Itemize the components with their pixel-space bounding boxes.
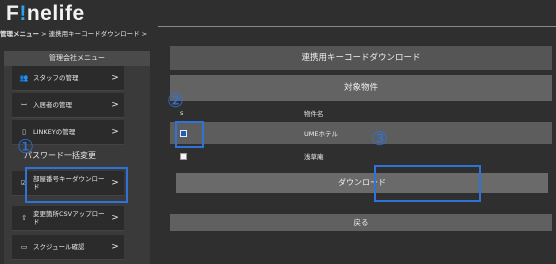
sidebar-item-schedule[interactable]: ▭ スクジュール確認 > [12,235,124,260]
row-checkbox[interactable] [180,152,187,160]
page-title: 連携用キーコードダウンロード [170,46,552,70]
breadcrumb-current: 連携用キーコードダウンロード [48,30,140,38]
sidebar-item-csv-upload[interactable]: ⇧ 変更箇所CSVアップロード > [12,206,124,231]
staff-icon: 👥 [19,74,29,82]
table-header: s 物件名 [170,104,552,121]
property-name: UMEホテル [304,130,338,138]
key-icon: ▯ [22,128,26,136]
annotation-number-2: ② [167,90,185,112]
download-button[interactable]: ダウンロード [176,173,548,193]
property-name: 浅草庵 [304,153,324,161]
sidebar-title: 管理会社メニュー [4,51,150,66]
breadcrumb: 管理メニュー > 連携用キーコードダウンロード > [0,30,148,38]
section-title-target-property: 対象物件 [170,75,552,101]
sidebar-item-staff[interactable]: 👥 スタッフの管理 > [12,66,124,91]
table-row: 浅草庵 [170,145,552,167]
resident-icon: ꟷ [21,100,27,109]
annotation-number-1: ① [17,136,35,158]
chevron-right-icon: > [111,100,119,110]
highlight-download-button [374,165,481,202]
app-logo: F!nelife [6,2,85,25]
breadcrumb-root[interactable]: 管理メニュー [0,30,39,38]
annotation-number-3: ③ [371,128,389,150]
header-divider [158,26,556,27]
sidebar-item-residents[interactable]: ꟷ 入居者の管理 > [12,93,124,118]
csv-upload-icon: ⇧ [21,214,27,222]
chevron-right-icon: > [111,127,119,137]
table-row: UMEホテル [170,122,552,144]
highlight-checkbox [175,121,204,148]
back-button[interactable]: 戻る [170,214,552,231]
chevron-right-icon: > [111,242,119,252]
sidebar-section-password[interactable]: パスワード一括変更 [24,150,96,161]
header-property-name: 物件名 [304,109,324,118]
highlight-sidebar-item [25,167,128,203]
calendar-icon: ▭ [20,243,28,251]
chevron-right-icon: > [111,213,119,223]
chevron-right-icon: > [111,73,119,83]
